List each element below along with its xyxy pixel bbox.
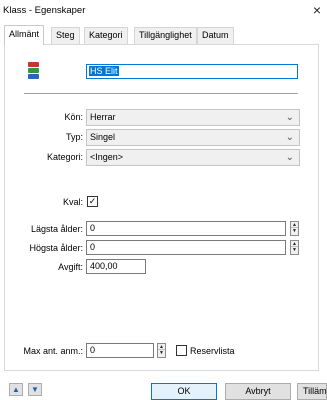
spin-down-icon[interactable]: ▼ [291,247,298,253]
title-bar: Klass - Egenskaper × [0,0,327,22]
flag-stripe-green [28,68,39,73]
class-name-value: HS Elit [89,66,119,76]
max-entries-input[interactable]: 0 [86,343,154,358]
category-select-value: <Ingen> [90,152,124,162]
type-select[interactable]: Singel ⌄ [86,129,300,146]
chevron-down-icon: ⌄ [285,112,294,123]
category-select[interactable]: <Ingen> ⌄ [86,149,300,166]
min-age-spinner[interactable]: ▲ ▼ [290,221,299,236]
fee-label: Avgift: [58,262,83,272]
flag-icon [28,62,39,79]
qualifier-label: Kval: [62,197,83,207]
tab-allmant[interactable]: Allmänt [4,25,45,45]
class-name-input[interactable]: HS Elit [86,64,298,79]
cancel-button[interactable]: Avbryt [225,383,291,400]
reserve-list-checkbox[interactable] [176,345,187,356]
ok-button[interactable]: OK [151,383,217,400]
fee-input[interactable]: 400,00 [86,259,146,274]
arrow-down-icon: ▼ [31,385,39,394]
apply-button[interactable]: Tillämpa [297,383,327,400]
max-age-input[interactable]: 0 [86,240,286,255]
category-label: Kategori: [46,152,83,162]
type-select-value: Singel [90,132,116,142]
min-age-label: Lägsta ålder: [30,224,83,234]
chevron-down-icon: ⌄ [285,132,294,143]
gender-label: Kön: [64,112,83,122]
close-icon[interactable]: × [313,1,321,19]
checkmark-icon: ✓ [88,196,97,206]
qualifier-checkbox[interactable]: ✓ [87,196,98,207]
max-age-label: Högsta ålder: [29,243,83,253]
tab-tillganglighet[interactable]: Tillgänglighet [134,27,197,44]
reserve-list-label: Reservlista [190,346,235,356]
gender-select[interactable]: Herrar ⌄ [86,109,300,126]
gender-select-value: Herrar [90,112,116,122]
divider [24,93,298,94]
move-up-button[interactable]: ▲ [9,383,23,396]
max-entries-label: Max ant. anm.: [23,346,83,356]
spin-down-icon[interactable]: ▼ [158,350,165,356]
max-entries-spinner[interactable]: ▲ ▼ [157,343,166,358]
move-down-button[interactable]: ▼ [28,383,42,396]
flag-stripe-blue [28,74,39,79]
tab-datum[interactable]: Datum [197,27,234,44]
type-label: Typ: [65,132,83,142]
max-age-spinner[interactable]: ▲ ▼ [290,240,299,255]
tab-steg[interactable]: Steg [51,27,80,44]
tab-kategori[interactable]: Kategori [84,27,128,44]
flag-stripe-red [28,62,39,67]
spin-down-icon[interactable]: ▼ [291,228,298,234]
window-title: Klass - Egenskaper [3,5,86,16]
min-age-input[interactable]: 0 [86,221,286,236]
arrow-up-icon: ▲ [12,385,20,394]
chevron-down-icon: ⌄ [285,152,294,163]
